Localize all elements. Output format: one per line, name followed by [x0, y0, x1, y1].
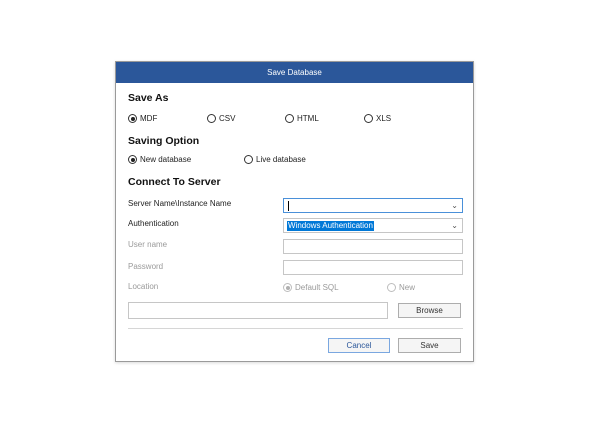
radio-default-sql-dot [283, 283, 292, 292]
radio-new-location[interactable]: New [387, 283, 415, 292]
radio-new-database-dot [128, 155, 137, 164]
radio-csv-label: CSV [219, 114, 236, 123]
radio-html-dot [285, 114, 294, 123]
authentication-select[interactable]: Windows Authentication ⌄ [283, 218, 463, 233]
radio-live-database-label: Live database [256, 155, 306, 164]
radio-mdf[interactable]: MDF [128, 114, 157, 123]
server-name-combobox[interactable]: ⌄ [283, 198, 463, 213]
cancel-button[interactable]: Cancel [328, 338, 390, 353]
username-label: User name [128, 240, 168, 249]
radio-xls-label: XLS [376, 114, 392, 123]
radio-csv[interactable]: CSV [207, 114, 235, 123]
authentication-value: Windows Authentication [287, 221, 374, 231]
radio-mdf-dot [128, 114, 137, 123]
radio-default-sql-label: Default SQL [295, 283, 339, 292]
radio-live-database[interactable]: Live database [244, 155, 306, 164]
chevron-down-icon[interactable]: ⌄ [451, 201, 458, 210]
saving-option-heading: Saving Option [128, 135, 200, 147]
radio-html-label: HTML [297, 114, 319, 123]
password-input[interactable] [283, 260, 463, 275]
username-input[interactable] [283, 239, 463, 254]
connect-to-server-heading: Connect To Server [128, 176, 221, 188]
save-button[interactable]: Save [398, 338, 461, 353]
location-path-input[interactable] [128, 302, 388, 319]
save-as-heading: Save As [128, 92, 169, 104]
radio-new-database-label: New database [140, 155, 192, 164]
browse-button[interactable]: Browse [398, 303, 461, 318]
radio-live-database-dot [244, 155, 253, 164]
server-name-label: Server Name\Instance Name [128, 199, 232, 208]
radio-xls-dot [364, 114, 373, 123]
radio-xls[interactable]: XLS [364, 114, 391, 123]
chevron-down-icon[interactable]: ⌄ [451, 221, 458, 230]
radio-new-location-dot [387, 283, 396, 292]
radio-new-location-label: New [399, 283, 416, 292]
radio-csv-dot [207, 114, 216, 123]
radio-html[interactable]: HTML [285, 114, 319, 123]
radio-mdf-label: MDF [140, 114, 158, 123]
radio-new-database[interactable]: New database [128, 155, 191, 164]
dialog-title: Save Database [116, 62, 473, 83]
save-database-dialog: Save Database Save As MDF CSV HTML XLS S… [115, 61, 474, 362]
location-label: Location [128, 282, 159, 291]
text-caret [288, 201, 289, 211]
radio-default-sql[interactable]: Default SQL [283, 283, 339, 292]
divider [128, 328, 463, 329]
authentication-label: Authentication [128, 219, 179, 228]
password-label: Password [128, 262, 164, 271]
